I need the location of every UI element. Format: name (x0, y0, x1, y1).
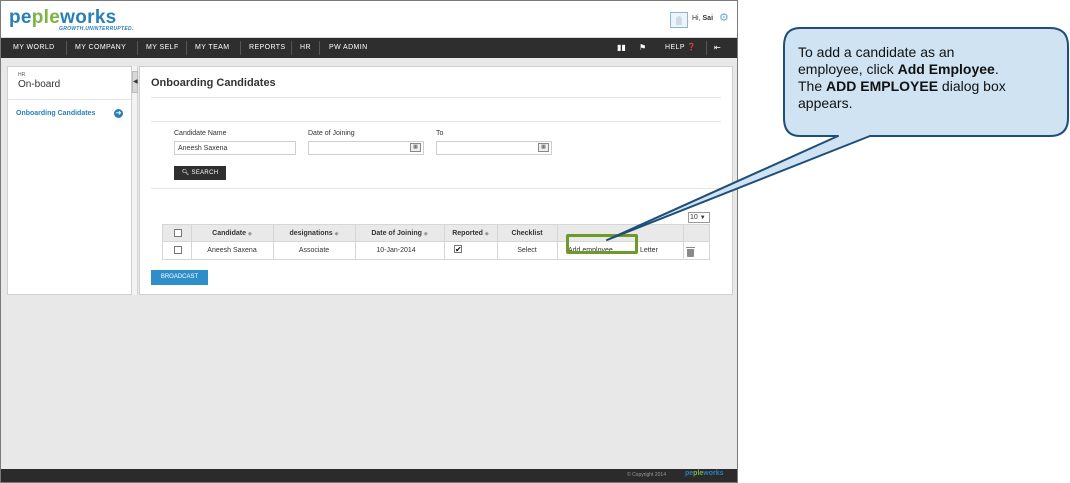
callout-text: To add a candidate as an employee, click… (798, 44, 1006, 111)
